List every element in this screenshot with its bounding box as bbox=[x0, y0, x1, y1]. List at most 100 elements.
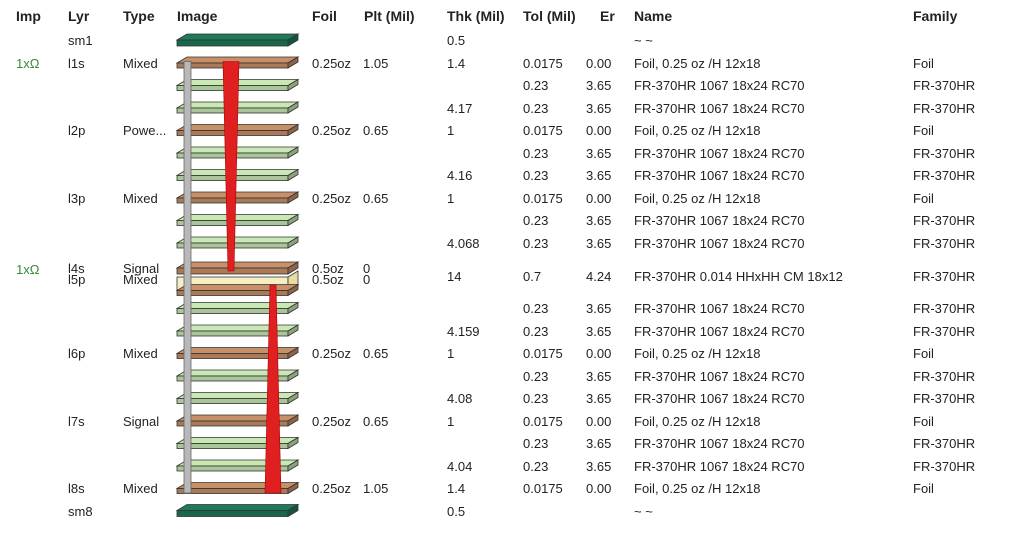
cell-family: FR-370HR bbox=[913, 213, 976, 228]
cell-lyr: l6p bbox=[68, 346, 86, 361]
cell-name: ~ ~ bbox=[634, 503, 653, 519]
cell-tol: 0.7 bbox=[523, 269, 542, 284]
header-family[interactable]: Family bbox=[913, 8, 957, 24]
cell-foil: 0.25oz bbox=[312, 481, 352, 496]
cell-imp: 1xΩ bbox=[16, 55, 40, 71]
cell-tol: 0.23 bbox=[523, 213, 549, 228]
cell-name: ~ ~ bbox=[634, 33, 653, 48]
cell-tol: 0.23 bbox=[523, 145, 549, 161]
cell-thk: 1 bbox=[447, 413, 455, 429]
cell-family: FR-370HR bbox=[913, 269, 976, 284]
cell-tol: 0.23 bbox=[523, 235, 549, 251]
cell-er: 0.00 bbox=[586, 346, 612, 361]
cell-name: FR-370HR 0.014 HHxHH CM 18x12 bbox=[634, 269, 843, 284]
cell-plt: 1.05 bbox=[363, 481, 389, 496]
cell-tol: 0.23 bbox=[523, 458, 549, 474]
cell-foil: 0.25oz bbox=[312, 55, 352, 71]
cell-family: Foil bbox=[913, 55, 934, 71]
cell-plt: 0.65 bbox=[363, 123, 389, 138]
header-tol[interactable]: Tol (Mil) bbox=[523, 8, 576, 24]
cell-family: FR-370HR bbox=[913, 436, 976, 451]
cell-tol: 0.23 bbox=[523, 301, 549, 316]
cell-thk: 4.08 bbox=[447, 391, 473, 406]
cell-thk: 4.17 bbox=[447, 100, 473, 116]
cell-foil: 0.25oz bbox=[312, 123, 352, 138]
through-hole-drill bbox=[183, 61, 192, 494]
header-er[interactable]: Er bbox=[600, 8, 615, 24]
header-name[interactable]: Name bbox=[634, 8, 672, 24]
cell-er: 3.65 bbox=[586, 213, 612, 228]
cell-family: FR-370HR bbox=[913, 78, 976, 93]
header-thk[interactable]: Thk (Mil) bbox=[447, 8, 505, 24]
cell-name: FR-370HR 1067 18x24 RC70 bbox=[634, 145, 805, 161]
cell-er: 3.65 bbox=[586, 436, 612, 451]
cell-tol: 0.23 bbox=[523, 436, 549, 451]
cell-type: Mixed bbox=[123, 55, 158, 71]
cell-thk: 1 bbox=[447, 123, 455, 138]
cell-family: Foil bbox=[913, 190, 934, 206]
cell-tol: 0.0175 bbox=[523, 55, 563, 71]
cell-name: FR-370HR 1067 18x24 RC70 bbox=[634, 213, 805, 228]
header-foil[interactable]: Foil bbox=[312, 8, 337, 24]
cell-lyr: l8s bbox=[68, 481, 85, 496]
cell-plt-2: 0 bbox=[363, 272, 371, 287]
header-image[interactable]: Image bbox=[177, 8, 217, 24]
cell-er: 3.65 bbox=[586, 391, 612, 406]
cell-er: 3.65 bbox=[586, 168, 612, 183]
cell-type: Powe... bbox=[123, 123, 167, 138]
cell-foil: 0.25oz bbox=[312, 346, 352, 361]
cell-type: Mixed bbox=[123, 190, 158, 206]
cell-er: 0.00 bbox=[586, 481, 612, 496]
cell-type-2: Mixed bbox=[123, 272, 158, 287]
cell-tol: 0.0175 bbox=[523, 190, 563, 206]
prepreg-layer-top bbox=[175, 236, 300, 244]
cell-er: 3.65 bbox=[586, 323, 612, 339]
cell-name: FR-370HR 1067 18x24 RC70 bbox=[634, 436, 805, 451]
cell-name: FR-370HR 1067 18x24 RC70 bbox=[634, 458, 805, 474]
cell-tol: 0.0175 bbox=[523, 413, 563, 429]
cell-er: 4.24 bbox=[586, 269, 612, 284]
cell-tol: 0.0175 bbox=[523, 481, 563, 496]
cell-lyr: l7s bbox=[68, 413, 85, 429]
cell-tol: 0.23 bbox=[523, 368, 549, 384]
cell-thk: 4.159 bbox=[447, 323, 480, 339]
cell-family: FR-370HR bbox=[913, 235, 976, 251]
cell-tol: 0.23 bbox=[523, 78, 549, 93]
header-lyr[interactable]: Lyr bbox=[68, 8, 89, 24]
soldermask-layer-front bbox=[176, 510, 289, 517]
cell-foil-2: 0.5oz bbox=[312, 272, 344, 287]
cell-thk: 4.04 bbox=[447, 458, 473, 474]
foil-layer-top bbox=[175, 191, 300, 199]
foil-layer-top bbox=[175, 347, 300, 354]
cell-plt: 0.65 bbox=[363, 413, 389, 429]
cell-tol: 0.23 bbox=[523, 391, 549, 406]
cell-lyr: sm1 bbox=[68, 33, 93, 48]
prepreg-layer-top bbox=[175, 302, 300, 309]
prepreg-layer-top bbox=[175, 369, 300, 377]
cell-lyr: l3p bbox=[68, 190, 86, 206]
cell-thk: 1.4 bbox=[447, 55, 466, 71]
cell-er: 3.65 bbox=[586, 458, 612, 474]
cell-type: Mixed bbox=[123, 481, 158, 496]
cell-name: Foil, 0.25 oz /H 12x18 bbox=[634, 55, 761, 71]
cell-family: FR-370HR bbox=[913, 301, 976, 316]
cell-family: FR-370HR bbox=[913, 145, 976, 161]
prepreg-layer-top bbox=[175, 214, 300, 221]
header-plt[interactable]: Plt (Mil) bbox=[364, 8, 415, 24]
cell-type: Mixed bbox=[123, 346, 158, 361]
header-type[interactable]: Type bbox=[123, 8, 155, 24]
cell-name: FR-370HR 1067 18x24 RC70 bbox=[634, 100, 805, 116]
cell-name: Foil, 0.25 oz /H 12x18 bbox=[634, 190, 761, 206]
cell-type: Signal bbox=[123, 413, 160, 429]
header-imp[interactable]: Imp bbox=[16, 8, 41, 24]
cell-family: FR-370HR bbox=[913, 323, 976, 339]
cell-thk: 4.16 bbox=[447, 168, 473, 183]
cell-family: FR-370HR bbox=[913, 100, 976, 116]
cell-lyr-2: l5p bbox=[68, 272, 86, 287]
cell-thk: 1 bbox=[447, 346, 455, 361]
cell-thk: 1 bbox=[447, 190, 455, 206]
soldermask-layer-front bbox=[176, 39, 289, 47]
cell-er: 3.65 bbox=[586, 235, 612, 251]
cell-er: 3.65 bbox=[586, 368, 612, 384]
cell-tol: 0.23 bbox=[523, 168, 549, 183]
